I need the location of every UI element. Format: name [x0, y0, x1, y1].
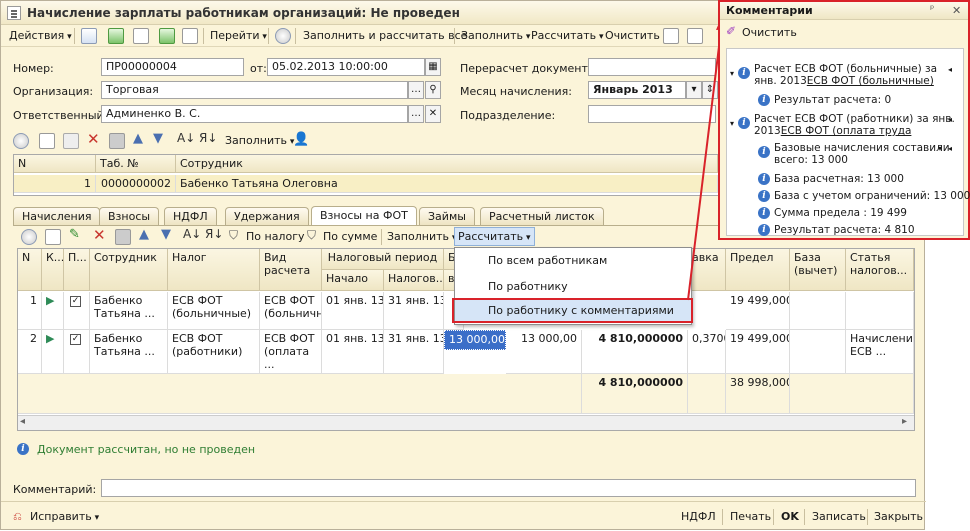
- pin-icon[interactable]: ᵖ: [930, 4, 934, 15]
- comment-line: Базовые начисления составили: [774, 142, 950, 154]
- comments-panel: Комментарии ᵖ ✕ ✐ Очистить ▾ i Расчет ЕС…: [718, 0, 970, 240]
- comment-line: Расчет ЕСВ ФОТ (работники) за янв.: [754, 113, 955, 125]
- comment-line: База расчетная: 13 000: [774, 173, 904, 185]
- info-icon: i: [738, 67, 750, 79]
- comment-line: Расчет ЕСВ ФОТ (больничные) за: [754, 63, 938, 75]
- info-icon: i: [758, 190, 770, 202]
- comment-line: янв. 2013ЕСВ ФОТ (больничные): [754, 75, 934, 87]
- eraser-icon[interactable]: ✐: [726, 24, 736, 38]
- comments-body: ▾ i Расчет ЕСВ ФОТ (больничные) за янв. …: [726, 48, 970, 236]
- expand-icon[interactable]: ◂: [948, 144, 952, 153]
- expand-icon[interactable]: ◂: [948, 115, 952, 124]
- info-icon: i: [758, 224, 770, 236]
- info-icon: i: [758, 94, 770, 106]
- close-icon[interactable]: ✕: [952, 4, 961, 17]
- info-icon: i: [738, 117, 750, 129]
- collapse-icon[interactable]: ▾: [730, 119, 734, 128]
- expand-icon[interactable]: ◂: [948, 65, 952, 74]
- comment-line: Результат расчета: 4 810: [774, 224, 915, 236]
- clear-comments-button[interactable]: Очистить: [742, 26, 797, 39]
- info-icon: i: [758, 173, 770, 185]
- collapse-icon[interactable]: ▾: [730, 69, 734, 78]
- info-icon: i: [758, 207, 770, 219]
- comment-line: База с учетом ограничений: 13 000: [774, 190, 970, 202]
- arrow-line: [687, 21, 723, 301]
- comment-line: 2013ЕСВ ФОТ (оплата труда: [754, 125, 912, 137]
- comment-line: Результат расчета: 0: [774, 94, 892, 106]
- comment-line: Сумма предела : 19 499: [774, 207, 907, 219]
- dropdown-icon[interactable]: ▾: [938, 144, 942, 153]
- info-icon: i: [758, 146, 770, 158]
- comment-line: всего: 13 000: [774, 154, 848, 166]
